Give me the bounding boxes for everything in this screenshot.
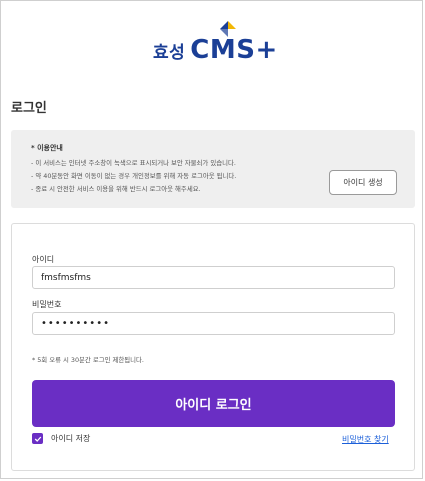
id-field-label: 아이디 — [32, 255, 55, 264]
logo-product-name: CMS+ — [190, 35, 278, 65]
save-id-checkbox[interactable] — [32, 433, 43, 444]
id-login-button[interactable]: 아이디 로그인 — [32, 380, 395, 427]
notice-title: * 이용안내 — [31, 144, 63, 152]
usage-notice-box: * 이용안내 - 이 서비스는 인터넷 주소창이 녹색으로 표시되거나 보안 자… — [11, 130, 415, 208]
create-id-button[interactable]: 아이디 생성 — [329, 170, 397, 195]
find-password-link[interactable]: 비밀번호 찾기 — [342, 434, 389, 445]
page-title: 로그인 — [11, 101, 47, 116]
notice-line: - 이 서비스는 인터넷 주소창이 녹색으로 표시되거나 보안 자물쇠가 있습니… — [31, 159, 236, 167]
logo-brand-korean: 효성 — [153, 43, 186, 63]
password-input[interactable] — [32, 312, 395, 335]
checkmark-icon — [34, 436, 41, 442]
login-lock-note: * 5회 오류 시 30분간 로그인 제한됩니다. — [32, 356, 144, 364]
notice-line: - 약 40분동안 화면 이동이 없는 경우 개인정보를 위해 자동 로그아웃 … — [31, 172, 237, 180]
notice-list: - 이 서비스는 인터넷 주소창이 녹색으로 표시되거나 보안 자물쇠가 있습니… — [31, 157, 236, 196]
save-id-checkbox-row[interactable]: 아이디 저장 — [32, 433, 90, 444]
password-field-label: 비밀번호 — [32, 300, 62, 309]
hyosung-cms-logo: 효성 CMS+ — [153, 21, 277, 67]
login-page: 효성 CMS+ 로그인 * 이용안내 - 이 서비스는 인터넷 주소창이 녹색으… — [0, 0, 423, 479]
save-id-label: 아이디 저장 — [51, 434, 91, 443]
id-input[interactable] — [32, 266, 395, 289]
login-form: 아이디 비밀번호 * 5회 오류 시 30분간 로그인 제한됩니다. 아이디 로… — [11, 223, 415, 471]
logo-text: 효성 CMS+ — [153, 35, 278, 65]
notice-line: - 종료 시 안전한 서비스 이용을 위해 반드시 로그아웃 해주세요. — [31, 185, 201, 193]
